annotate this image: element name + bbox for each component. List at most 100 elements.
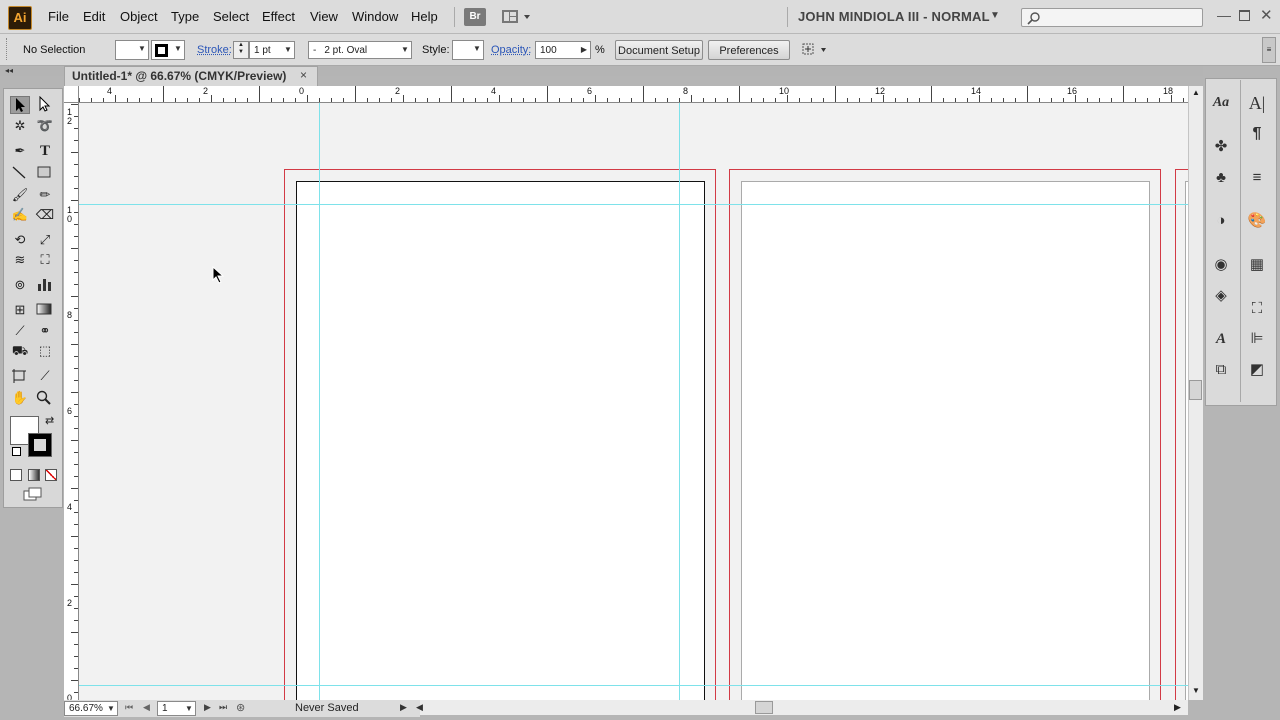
horizontal-scroll-thumb[interactable] bbox=[755, 701, 773, 714]
horizontal-guide[interactable] bbox=[79, 204, 1188, 205]
rotate-tool-icon[interactable]: ⟲ bbox=[10, 231, 30, 249]
brushes-panel-icon[interactable]: ✤ bbox=[1210, 136, 1232, 158]
menu-view[interactable]: View bbox=[310, 9, 338, 24]
blend-tool-icon[interactable]: ⚭ bbox=[35, 322, 55, 340]
document-tab-title[interactable]: Untitled-1* @ 66.67% (CMYK/Preview) bbox=[72, 69, 286, 83]
stroke-color-swatch[interactable] bbox=[28, 433, 52, 457]
free-transform-tool-icon[interactable]: ⛶ bbox=[35, 251, 55, 269]
chevron-down-icon[interactable]: ▼ bbox=[990, 10, 1000, 21]
collapse-toolbox-icon[interactable]: ◂◂ bbox=[5, 66, 13, 75]
graphic-style-dropdown[interactable]: ▼ bbox=[452, 40, 484, 60]
menu-window[interactable]: Window bbox=[352, 9, 398, 24]
search-input[interactable] bbox=[1021, 8, 1203, 27]
artboard-1[interactable] bbox=[296, 181, 705, 700]
layers-panel-icon[interactable]: ◈ bbox=[1210, 285, 1232, 307]
stroke-label[interactable]: Stroke: bbox=[197, 44, 232, 56]
stroke-weight-stepper[interactable]: ▲ ▼ bbox=[233, 41, 249, 59]
minimize-icon[interactable]: — bbox=[1217, 7, 1231, 23]
menu-object[interactable]: Object bbox=[120, 9, 158, 24]
pencil-tool-icon[interactable]: ✏ bbox=[35, 186, 55, 204]
close-document-icon[interactable]: × bbox=[300, 68, 307, 82]
vertical-ruler[interactable]: 1 2 1 0 8 6 4 2 0 bbox=[64, 102, 79, 700]
vertical-scroll-thumb[interactable] bbox=[1189, 380, 1202, 400]
opacity-label[interactable]: Opacity: bbox=[491, 44, 531, 56]
default-colors-icon[interactable] bbox=[12, 447, 21, 456]
horizontal-ruler[interactable]: 4 2 0 2 4 6 8 10 12 14 16 18 bbox=[64, 86, 1188, 103]
first-artboard-icon[interactable]: ⏮ bbox=[125, 702, 133, 713]
swatches-panel-icon[interactable]: ▦ bbox=[1246, 254, 1268, 276]
artboard-2[interactable] bbox=[741, 181, 1150, 700]
stroke-swatch-dropdown[interactable]: ▼ bbox=[151, 40, 185, 60]
paragraph-panel-icon[interactable]: ¶ bbox=[1246, 123, 1268, 145]
fill-swatch-dropdown[interactable]: ▼ bbox=[115, 40, 149, 60]
character-panel-icon[interactable]: Aa bbox=[1210, 92, 1232, 114]
horizontal-guide[interactable] bbox=[79, 685, 1188, 686]
type-tool-icon[interactable]: T bbox=[35, 142, 55, 160]
status-options-icon[interactable]: ⊛ bbox=[236, 701, 245, 714]
graphic-styles-panel-icon[interactable]: ⧉ bbox=[1210, 359, 1232, 381]
menu-edit[interactable]: Edit bbox=[83, 9, 105, 24]
rectangle-tool-icon[interactable] bbox=[35, 164, 55, 182]
eraser-tool-icon[interactable]: ⌫ bbox=[35, 206, 55, 224]
menu-type[interactable]: Type bbox=[171, 9, 199, 24]
column-graph-tool-icon[interactable] bbox=[35, 276, 55, 294]
zoom-level-dropdown[interactable]: 66.67% ▼ bbox=[64, 701, 118, 716]
horizontal-scrollbar[interactable]: ▶ bbox=[420, 700, 1188, 715]
brush-definition-dropdown[interactable]: -2 pt. Oval ▼ bbox=[308, 41, 412, 59]
magic-wand-tool-icon[interactable]: ✲ bbox=[10, 117, 30, 135]
lasso-tool-icon[interactable]: ➰ bbox=[35, 117, 55, 135]
align-options-icon[interactable] bbox=[801, 41, 827, 59]
arrange-documents-icon[interactable] bbox=[501, 8, 531, 26]
none-mode-icon[interactable] bbox=[45, 469, 57, 481]
hand-tool-icon[interactable]: ✋ bbox=[10, 389, 30, 407]
vertical-guide[interactable] bbox=[679, 103, 680, 700]
zoom-tool-icon[interactable] bbox=[35, 389, 55, 407]
direct-selection-tool-icon[interactable] bbox=[35, 96, 55, 114]
pathfinder-panel-icon[interactable]: ◩ bbox=[1246, 359, 1268, 381]
gradient-mode-icon[interactable] bbox=[28, 469, 40, 481]
character-styles-panel-icon[interactable]: A bbox=[1210, 328, 1232, 350]
blob-brush-tool-icon[interactable]: ✍ bbox=[10, 206, 30, 224]
appearance-panel-icon[interactable]: ◉ bbox=[1210, 254, 1232, 276]
opacity-field[interactable]: 100 ▶ bbox=[535, 41, 591, 59]
document-setup-button[interactable]: Document Setup bbox=[615, 40, 703, 60]
slice-tool-icon[interactable]: ⟋ bbox=[35, 367, 55, 385]
transparency-panel-icon[interactable]: ◑ bbox=[1210, 210, 1232, 232]
screen-mode-icon[interactable] bbox=[23, 487, 43, 501]
preferences-button[interactable]: Preferences bbox=[708, 40, 790, 60]
symbol-sprayer-tool-icon[interactable]: ⊚ bbox=[10, 276, 30, 294]
stroke-panel-icon[interactable]: ≡ bbox=[1246, 167, 1268, 189]
last-artboard-icon[interactable]: ⏭ bbox=[219, 702, 227, 713]
previous-artboard-icon[interactable]: ◀ bbox=[143, 702, 150, 713]
vertical-scrollbar[interactable]: ▲ ▼ bbox=[1188, 86, 1203, 700]
artboard-number-field[interactable]: 1 ▼ bbox=[157, 701, 196, 716]
color-panel-icon[interactable]: 🎨 bbox=[1246, 210, 1268, 232]
scroll-up-icon[interactable]: ▲ bbox=[1192, 88, 1200, 97]
paintbrush-tool-icon[interactable]: 🖌 bbox=[10, 186, 30, 204]
bridge-icon[interactable]: Br bbox=[464, 8, 486, 26]
canvas[interactable] bbox=[79, 103, 1188, 700]
maximize-icon[interactable] bbox=[1239, 10, 1250, 21]
line-segment-tool-icon[interactable] bbox=[10, 164, 30, 182]
ruler-origin[interactable] bbox=[64, 86, 79, 103]
eyedropper-tool-icon[interactable]: ⟋ bbox=[10, 322, 30, 340]
swap-fill-stroke-icon[interactable]: ⇄ bbox=[45, 414, 54, 427]
menu-file[interactable]: File bbox=[48, 9, 69, 24]
pen-tool-icon[interactable]: ✒ bbox=[10, 142, 30, 160]
menu-help[interactable]: Help bbox=[411, 9, 438, 24]
warp-tool-icon[interactable]: ≋ bbox=[10, 251, 30, 269]
live-paint-selection-tool-icon[interactable]: ⬚ bbox=[35, 342, 55, 360]
mesh-tool-icon[interactable]: ⊞ bbox=[10, 301, 30, 319]
close-icon[interactable]: ✕ bbox=[1260, 6, 1273, 24]
paragraph-styles-panel-icon[interactable]: A| bbox=[1246, 92, 1268, 114]
color-mode-icon[interactable] bbox=[10, 469, 22, 481]
menu-select[interactable]: Select bbox=[213, 9, 249, 24]
artboard-tool-icon[interactable] bbox=[10, 367, 30, 385]
scale-tool-icon[interactable]: ⤢ bbox=[35, 231, 55, 249]
live-paint-bucket-tool-icon[interactable]: ⛟ bbox=[10, 342, 30, 360]
gradient-tool-icon[interactable] bbox=[35, 301, 55, 319]
menu-effect[interactable]: Effect bbox=[262, 9, 295, 24]
workspace-switcher[interactable]: JOHN MINDIOLA III - NORMAL bbox=[798, 9, 990, 24]
transform-panel-icon[interactable]: ⛶ bbox=[1246, 298, 1268, 320]
control-bar-menu-icon[interactable]: ≡ bbox=[1262, 37, 1276, 63]
